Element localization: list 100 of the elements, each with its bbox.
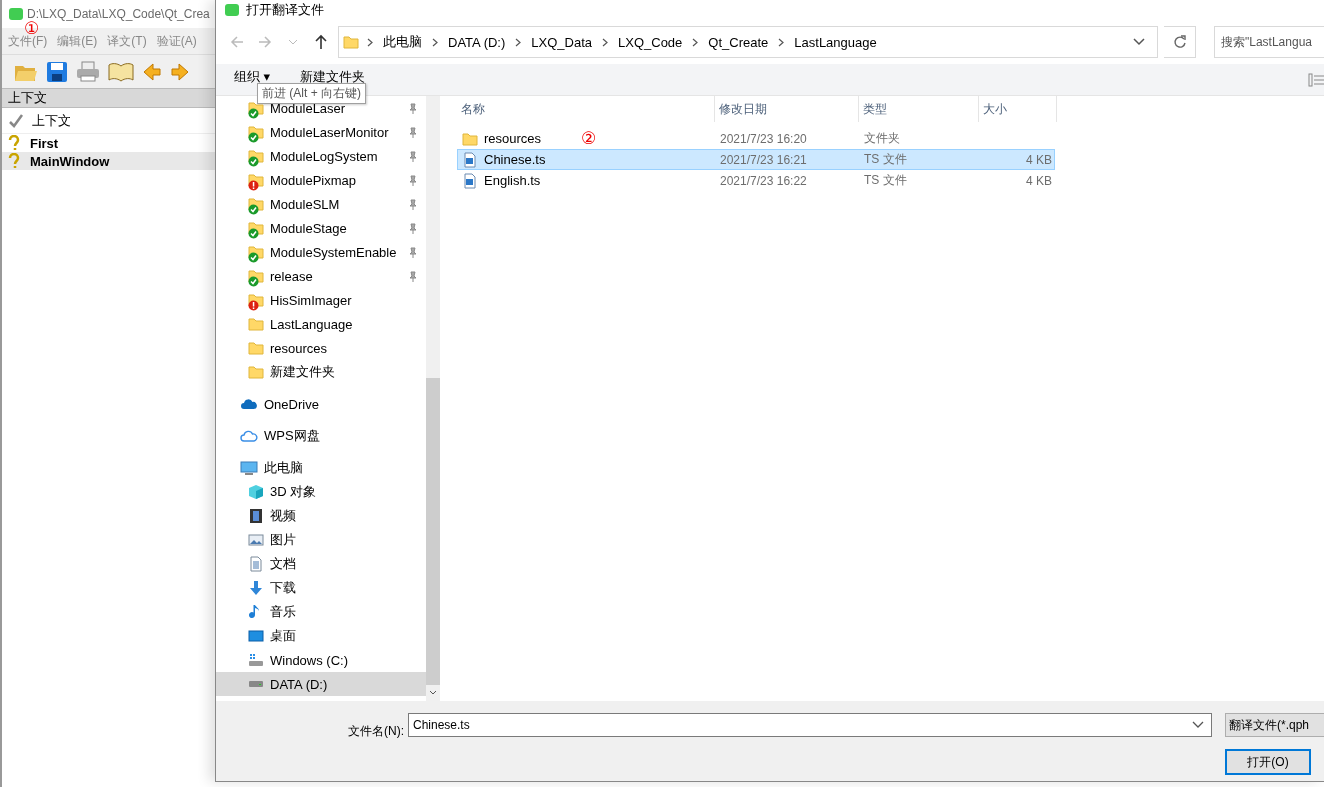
- table-row[interactable]: MainWindow: [2, 152, 215, 170]
- question-mark-icon: [8, 135, 20, 151]
- file-size: 4 KB: [1025, 152, 1053, 167]
- nav-item[interactable]: Windows (C:): [216, 648, 427, 672]
- book-icon[interactable]: [108, 60, 134, 83]
- drive-icon: [248, 652, 264, 668]
- field-label: 文件名(N):: [348, 722, 405, 740]
- file-name[interactable]: English.ts: [484, 173, 541, 188]
- column-header[interactable]: 修改日期: [715, 96, 859, 122]
- nav-item[interactable]: ModuleSLM: [216, 192, 427, 216]
- save-icon[interactable]: [46, 60, 68, 83]
- toolbar-button[interactable]: 新建文件夹: [300, 67, 366, 86]
- toolbar-button[interactable]: 组织 ▾: [234, 67, 271, 86]
- nav-item[interactable]: DATA (D:): [216, 672, 427, 696]
- up-arrow-icon[interactable]: [314, 34, 328, 50]
- file-date: 2021/7/23 16:20: [719, 131, 808, 146]
- address-bar[interactable]: 此电脑 DATA (D:) LXQ_Data LXQ_Code Qt_Create LastLanguage: [338, 26, 1158, 58]
- nav-item[interactable]: 此电脑: [216, 456, 427, 480]
- open-button[interactable]: 打开(O): [1225, 749, 1311, 775]
- annotation-number: ②: [581, 130, 597, 147]
- scrollbar[interactable]: [426, 96, 441, 701]
- nav-item[interactable]: 桌面: [216, 624, 427, 648]
- breadcrumb[interactable]: Qt_Create: [704, 34, 773, 50]
- file-date: 2021/7/23 16:22: [719, 173, 808, 188]
- nav-item[interactable]: 3D 对象: [216, 480, 427, 504]
- nav-item[interactable]: 下载: [216, 576, 427, 600]
- desktop-icon: [248, 628, 264, 644]
- view-options-icon[interactable]: [1308, 72, 1324, 87]
- file-name[interactable]: resources: [484, 131, 542, 146]
- nav-item[interactable]: LastLanguage: [216, 312, 427, 336]
- dropdown-chevron-icon[interactable]: [1133, 38, 1145, 46]
- nav-item[interactable]: 图片: [216, 528, 427, 552]
- nav-item[interactable]: resources: [216, 336, 427, 360]
- breadcrumb[interactable]: LXQ_Data: [527, 34, 596, 50]
- file-row[interactable]: Chinese.ts 2021/7/23 16:21 TS 文件 4 KB: [457, 149, 1055, 170]
- file-name[interactable]: Chinese.ts: [484, 152, 546, 167]
- film-icon: [248, 508, 264, 524]
- chevron-icon: [515, 37, 522, 47]
- document-icon: [248, 556, 264, 572]
- image-icon: [248, 532, 264, 548]
- column-header[interactable]: 名称: [457, 96, 715, 122]
- nav-item[interactable]: HisSimImager: [216, 288, 427, 312]
- search-field[interactable]: 搜索"LastLangua: [1214, 26, 1324, 58]
- qt-logo-icon: [224, 2, 240, 18]
- filename-field[interactable]: Chinese.ts: [408, 713, 1212, 737]
- breadcrumb[interactable]: LastLanguage: [790, 34, 881, 50]
- folder-icon: [343, 34, 359, 50]
- chevron-icon: [432, 37, 438, 47]
- column-header: 上下文: [32, 111, 71, 130]
- printer-icon[interactable]: [76, 60, 100, 83]
- qt-logo-icon: [8, 6, 24, 22]
- breadcrumb[interactable]: LXQ_Code: [614, 34, 687, 50]
- cloud-icon: [240, 396, 258, 412]
- column-header[interactable]: 类型: [859, 96, 979, 122]
- nav-item[interactable]: 文档: [216, 552, 427, 576]
- window-title: D:\LXQ_Data\LXQ_Code\Qt_Crea: [27, 7, 210, 21]
- file-type: TS 文件: [863, 172, 908, 189]
- dropdown-chevron-icon[interactable]: [1192, 721, 1204, 729]
- right-arrow-icon[interactable]: [170, 61, 190, 82]
- breadcrumb[interactable]: 此电脑: [379, 33, 426, 51]
- file-size: 4 KB: [1025, 173, 1053, 188]
- nav-item[interactable]: ModuleLogSystem: [216, 144, 427, 168]
- file-type-dropdown[interactable]: 翻译文件(*.qph: [1225, 713, 1324, 737]
- check-icon: [8, 112, 24, 129]
- monitor-icon: [240, 460, 258, 476]
- forward-arrow-icon[interactable]: [258, 35, 272, 49]
- chevron-icon: [602, 37, 608, 47]
- question-mark-icon: [8, 153, 20, 169]
- nav-item[interactable]: ModuleStage: [216, 216, 427, 240]
- column-header[interactable]: 大小: [979, 96, 1057, 122]
- cube-icon: [248, 484, 264, 500]
- chevron-icon: [692, 37, 699, 47]
- tooltip: 前进 (Alt + 向右键): [257, 83, 366, 104]
- nav-item[interactable]: OneDrive: [216, 392, 427, 416]
- nav-item[interactable]: WPS网盘: [216, 424, 427, 448]
- down-arrow-icon: [248, 580, 264, 596]
- folder-icon: [248, 340, 264, 356]
- file-type: TS 文件: [863, 151, 908, 168]
- refresh-button[interactable]: [1164, 26, 1196, 58]
- cloud-icon: [240, 428, 258, 444]
- dialog-title: 打开翻译文件: [246, 1, 324, 19]
- nav-item[interactable]: ModuleLaserMonitor: [216, 120, 427, 144]
- panel-title: 上下文: [2, 88, 215, 108]
- breadcrumb[interactable]: DATA (D:): [444, 34, 510, 50]
- left-arrow-icon[interactable]: [142, 61, 162, 82]
- file-type: 文件夹: [863, 130, 901, 147]
- nav-item[interactable]: 视频: [216, 504, 427, 528]
- folder-icon: [248, 364, 264, 380]
- folder-icon: [248, 316, 264, 332]
- nav-item[interactable]: ModuleSystemEnable: [216, 240, 427, 264]
- folder-icon: [462, 130, 478, 147]
- nav-item[interactable]: 音乐: [216, 600, 427, 624]
- nav-item[interactable]: 新建文件夹: [216, 360, 427, 384]
- nav-item[interactable]: release: [216, 264, 427, 288]
- ts-file-icon: [462, 172, 478, 189]
- ts-file-icon: [462, 151, 478, 168]
- chevron-icon: [367, 37, 373, 47]
- file-date: 2021/7/23 16:21: [719, 152, 808, 167]
- nav-item[interactable]: ModulePixmap: [216, 168, 427, 192]
- back-arrow-icon[interactable]: [230, 35, 244, 49]
